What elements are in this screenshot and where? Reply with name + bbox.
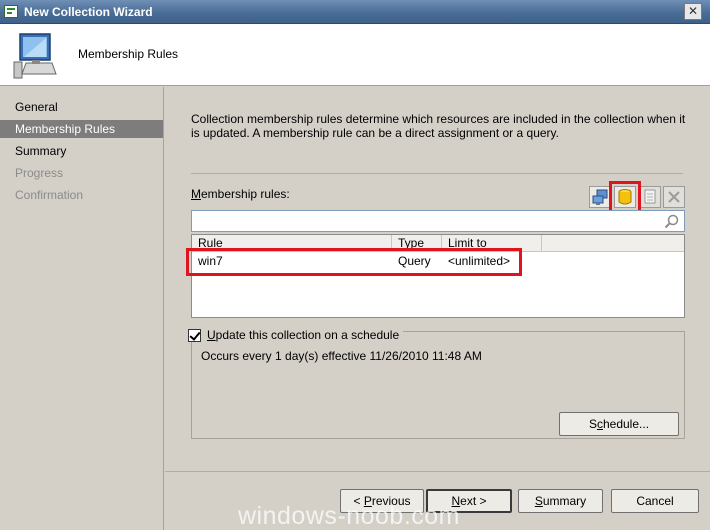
search-input[interactable]	[191, 210, 685, 232]
membership-rules-list[interactable]: Rule Type Limit to win7 Query <unlimited…	[191, 234, 685, 318]
step-progress: Progress	[15, 166, 64, 180]
watermark: windows-noob.com	[238, 502, 460, 530]
step-confirmation: Confirmation	[15, 188, 84, 202]
wizard-steps: General Membership Rules Summary Progres…	[0, 87, 164, 530]
schedule-checkbox[interactable]	[188, 328, 201, 342]
delete-icon	[668, 191, 680, 203]
app-icon	[4, 5, 18, 18]
delete-button[interactable]	[663, 186, 685, 208]
summary-button[interactable]: Summary	[518, 489, 603, 513]
page-title: Membership Rules	[78, 47, 179, 61]
main-content: Collection membership rules determine wh…	[165, 87, 710, 471]
separator	[191, 173, 683, 174]
close-button[interactable]: ✕	[684, 3, 702, 20]
properties-button[interactable]	[639, 186, 661, 208]
membership-rules-label: Membership rules:	[191, 187, 290, 201]
properties-icon	[644, 189, 656, 204]
schedule-checkbox-row[interactable]: Update this collection on a schedule	[188, 328, 404, 342]
window-title: New Collection Wizard	[24, 5, 153, 19]
step-summary[interactable]: Summary	[0, 142, 163, 160]
add-direct-rule-button[interactable]	[589, 186, 611, 208]
schedule-checkbox-label: Update this collection on a schedule	[207, 328, 400, 342]
step-membership-rules[interactable]: Membership Rules	[0, 120, 163, 138]
step-general[interactable]: General	[0, 98, 163, 116]
search-icon	[664, 214, 679, 229]
description-text: Collection membership rules determine wh…	[191, 112, 686, 140]
add-direct-rule-icon	[592, 189, 608, 205]
title-bar: New Collection Wizard ✕	[0, 0, 710, 24]
wizard-header: Membership Rules	[0, 24, 710, 86]
schedule-button[interactable]: Schedule...	[559, 412, 679, 436]
computer-icon	[13, 33, 57, 79]
query-button-highlight	[609, 181, 641, 213]
cancel-button[interactable]: Cancel	[611, 489, 699, 513]
schedule-description: Occurs every 1 day(s) effective 11/26/20…	[201, 349, 482, 363]
rule-row-highlight	[186, 248, 522, 276]
